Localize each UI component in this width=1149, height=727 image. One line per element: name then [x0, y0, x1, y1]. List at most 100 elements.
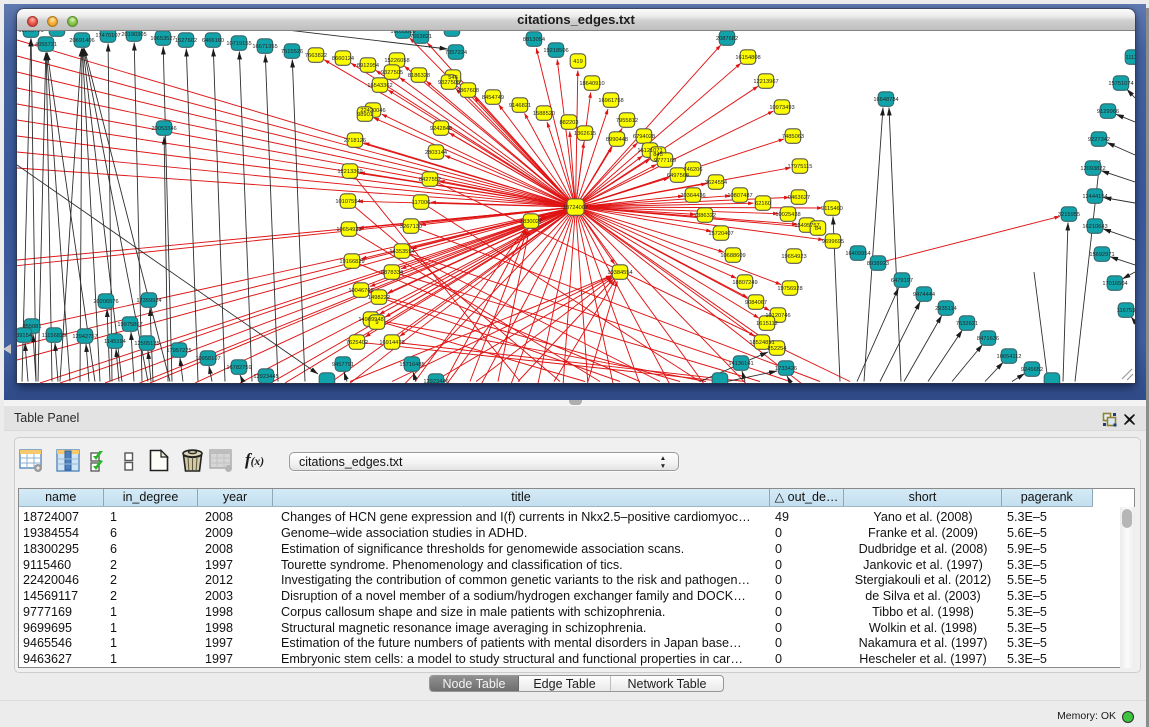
svg-text:16671355: 16671355 [252, 44, 277, 50]
svg-text:8427552: 8427552 [419, 177, 441, 183]
svg-text:2935114: 2935114 [935, 306, 957, 312]
svg-text:1498222: 1498222 [368, 295, 390, 301]
svg-text:9: 9 [375, 320, 378, 326]
svg-text:8471636: 8471636 [977, 336, 999, 342]
svg-text:16543362: 16543362 [367, 83, 392, 89]
svg-text:8660124: 8660124 [332, 56, 354, 62]
svg-text:9115460: 9115460 [821, 206, 843, 212]
svg-text:11156829: 11156829 [42, 333, 66, 339]
svg-text:20364436: 20364436 [680, 193, 705, 199]
svg-text:10688609: 10688609 [720, 253, 745, 259]
svg-text:117006: 117006 [412, 200, 431, 206]
svg-text:17359924: 17359924 [136, 298, 161, 304]
svg-text:9699695: 9699695 [822, 239, 844, 245]
svg-text:1588520: 1588520 [533, 111, 555, 117]
svg-text:3624554: 3624554 [705, 180, 727, 186]
svg-text:7357224: 7357224 [445, 50, 467, 56]
svg-text:16782759: 16782759 [226, 365, 251, 371]
svg-text:9327505: 9327505 [381, 70, 403, 76]
svg-text:19166829: 19166829 [339, 259, 364, 265]
svg-text:7625402: 7625402 [346, 340, 368, 346]
svg-text:18807249: 18807249 [732, 280, 757, 286]
svg-text:11120: 11120 [1126, 55, 1135, 61]
svg-text:8990448: 8990448 [606, 137, 628, 143]
svg-text:19654923: 19654923 [781, 254, 806, 260]
svg-text:62160: 62160 [755, 201, 771, 207]
svg-text:20053346: 20053346 [151, 126, 176, 132]
svg-text:12444154: 12444154 [1082, 194, 1107, 200]
svg-text:8938923: 8938923 [867, 261, 889, 267]
svg-text:855081: 855081 [23, 324, 42, 330]
svg-text:6479197: 6479197 [891, 278, 913, 284]
svg-text:10807487: 10807487 [727, 193, 752, 199]
svg-text:6794028: 6794028 [633, 134, 655, 140]
svg-text:116753: 116753 [1117, 308, 1135, 314]
svg-text:12942757: 12942757 [72, 334, 97, 340]
svg-text:9474444: 9474444 [913, 292, 935, 298]
svg-text:7955812: 7955812 [616, 118, 638, 124]
svg-text:10046766: 10046766 [348, 288, 373, 294]
svg-text:8454749: 8454749 [482, 95, 504, 101]
svg-text:9463627: 9463627 [788, 195, 810, 201]
svg-text:419: 419 [573, 59, 583, 65]
svg-text:2867608: 2867608 [457, 88, 479, 94]
svg-text:20691406: 20691406 [69, 38, 94, 44]
svg-text:9227342: 9227342 [1088, 137, 1110, 143]
svg-text:10120746: 10120746 [765, 313, 790, 319]
svg-text:12093822: 12093822 [1080, 166, 1105, 172]
svg-text:15751074: 15751074 [1108, 81, 1133, 87]
svg-text:12505135: 12505135 [134, 341, 159, 347]
svg-text:12923446: 12923446 [423, 379, 448, 383]
svg-text:39154: 39154 [17, 333, 32, 339]
svg-text:15716485: 15716485 [399, 362, 424, 368]
svg-text:17957225: 17957225 [166, 348, 191, 354]
svg-text:8912954: 8912954 [357, 63, 379, 69]
svg-text:10653527: 10653527 [150, 36, 175, 42]
svg-text:20206576: 20206576 [93, 299, 118, 305]
svg-text:18640910: 18640910 [579, 81, 604, 87]
svg-text:10654112: 10654112 [997, 354, 1022, 360]
svg-text:17016504: 17016504 [1102, 281, 1127, 287]
svg-text:20190305: 20190305 [121, 32, 146, 38]
svg-text:12923445: 12923445 [253, 374, 278, 380]
svg-text:16648784: 16648784 [873, 97, 898, 103]
svg-text:1830027: 1830027 [520, 219, 542, 225]
svg-text:98901: 98901 [357, 112, 373, 118]
svg-text:1145194: 1145194 [104, 339, 126, 345]
svg-text:19218506: 19218506 [543, 48, 568, 54]
svg-text:7386322: 7386322 [694, 213, 716, 219]
svg-text:7485063: 7485063 [782, 134, 804, 140]
svg-text:9457791: 9457791 [332, 362, 354, 368]
svg-text:12213369: 12213369 [337, 169, 362, 175]
svg-text:8878334: 8878334 [381, 270, 403, 276]
svg-text:16409954: 16409954 [845, 251, 870, 257]
svg-text:6497568: 6497568 [667, 173, 689, 179]
svg-text:4055721: 4055721 [35, 42, 57, 48]
svg-text:16210643: 16210643 [1082, 224, 1107, 230]
svg-text:2803144: 2803144 [425, 150, 447, 156]
svg-text:10025438: 10025438 [775, 212, 800, 218]
svg-text:1615112: 1615112 [756, 321, 778, 327]
svg-text:7663821: 7663821 [410, 34, 432, 40]
svg-text:16914479: 16914479 [379, 340, 404, 346]
svg-text:882203: 882203 [560, 120, 579, 126]
svg-text:16154808: 16154808 [735, 55, 760, 61]
svg-text:6466160: 6466160 [202, 38, 224, 44]
svg-text:2087682: 2087682 [716, 36, 738, 42]
svg-text:18724007: 18724007 [563, 205, 588, 211]
svg-text:19975867: 19975867 [117, 322, 142, 328]
svg-text:14353594: 14353594 [389, 249, 414, 255]
svg-text:18395721: 18395721 [18, 31, 43, 34]
svg-text:10719155: 10719155 [226, 41, 251, 47]
svg-text:10958107: 10958107 [195, 356, 220, 362]
svg-text:252254: 252254 [768, 346, 787, 352]
svg-text:1362615: 1362615 [574, 131, 596, 137]
svg-text:10107554: 10107554 [335, 199, 360, 205]
svg-text:3267130: 3267130 [400, 224, 422, 230]
svg-text:19384554: 19384554 [607, 270, 632, 276]
svg-text:15720407: 15720407 [708, 231, 733, 237]
svg-text:17470107: 17470107 [95, 33, 120, 39]
svg-text:7663822: 7663822 [305, 53, 327, 59]
svg-text:8186328: 8186328 [408, 73, 430, 79]
svg-text:7632621: 7632621 [956, 321, 978, 327]
